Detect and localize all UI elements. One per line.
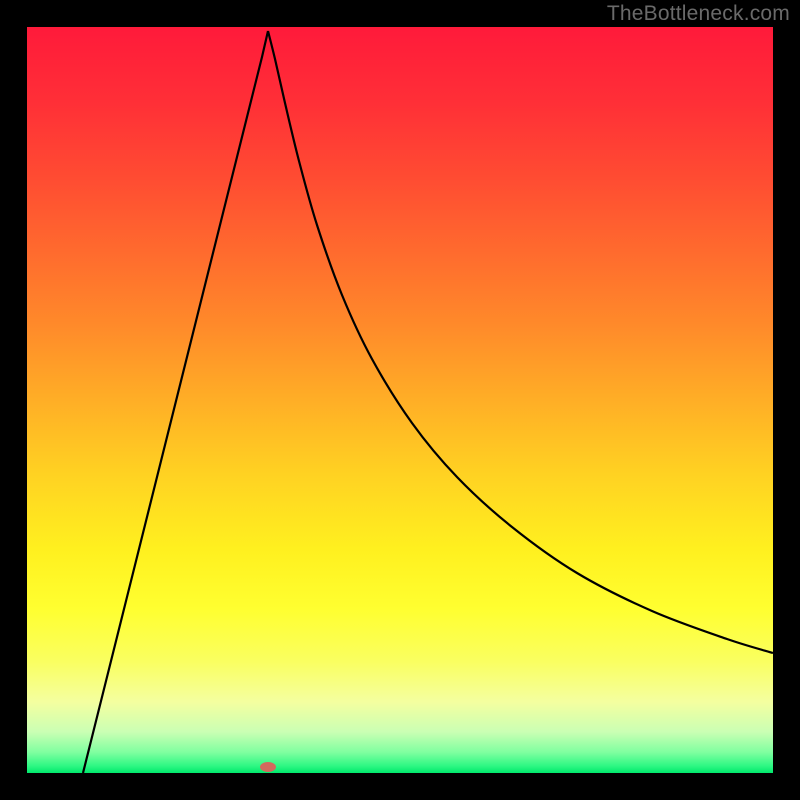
right-branch: [268, 31, 773, 653]
curve-layer: [27, 27, 773, 773]
left-branch: [83, 31, 268, 773]
chart-stage: TheBottleneck.com: [0, 0, 800, 800]
plot-area: [27, 27, 773, 773]
watermark-text: TheBottleneck.com: [607, 2, 790, 26]
minimum-marker: [260, 762, 276, 772]
